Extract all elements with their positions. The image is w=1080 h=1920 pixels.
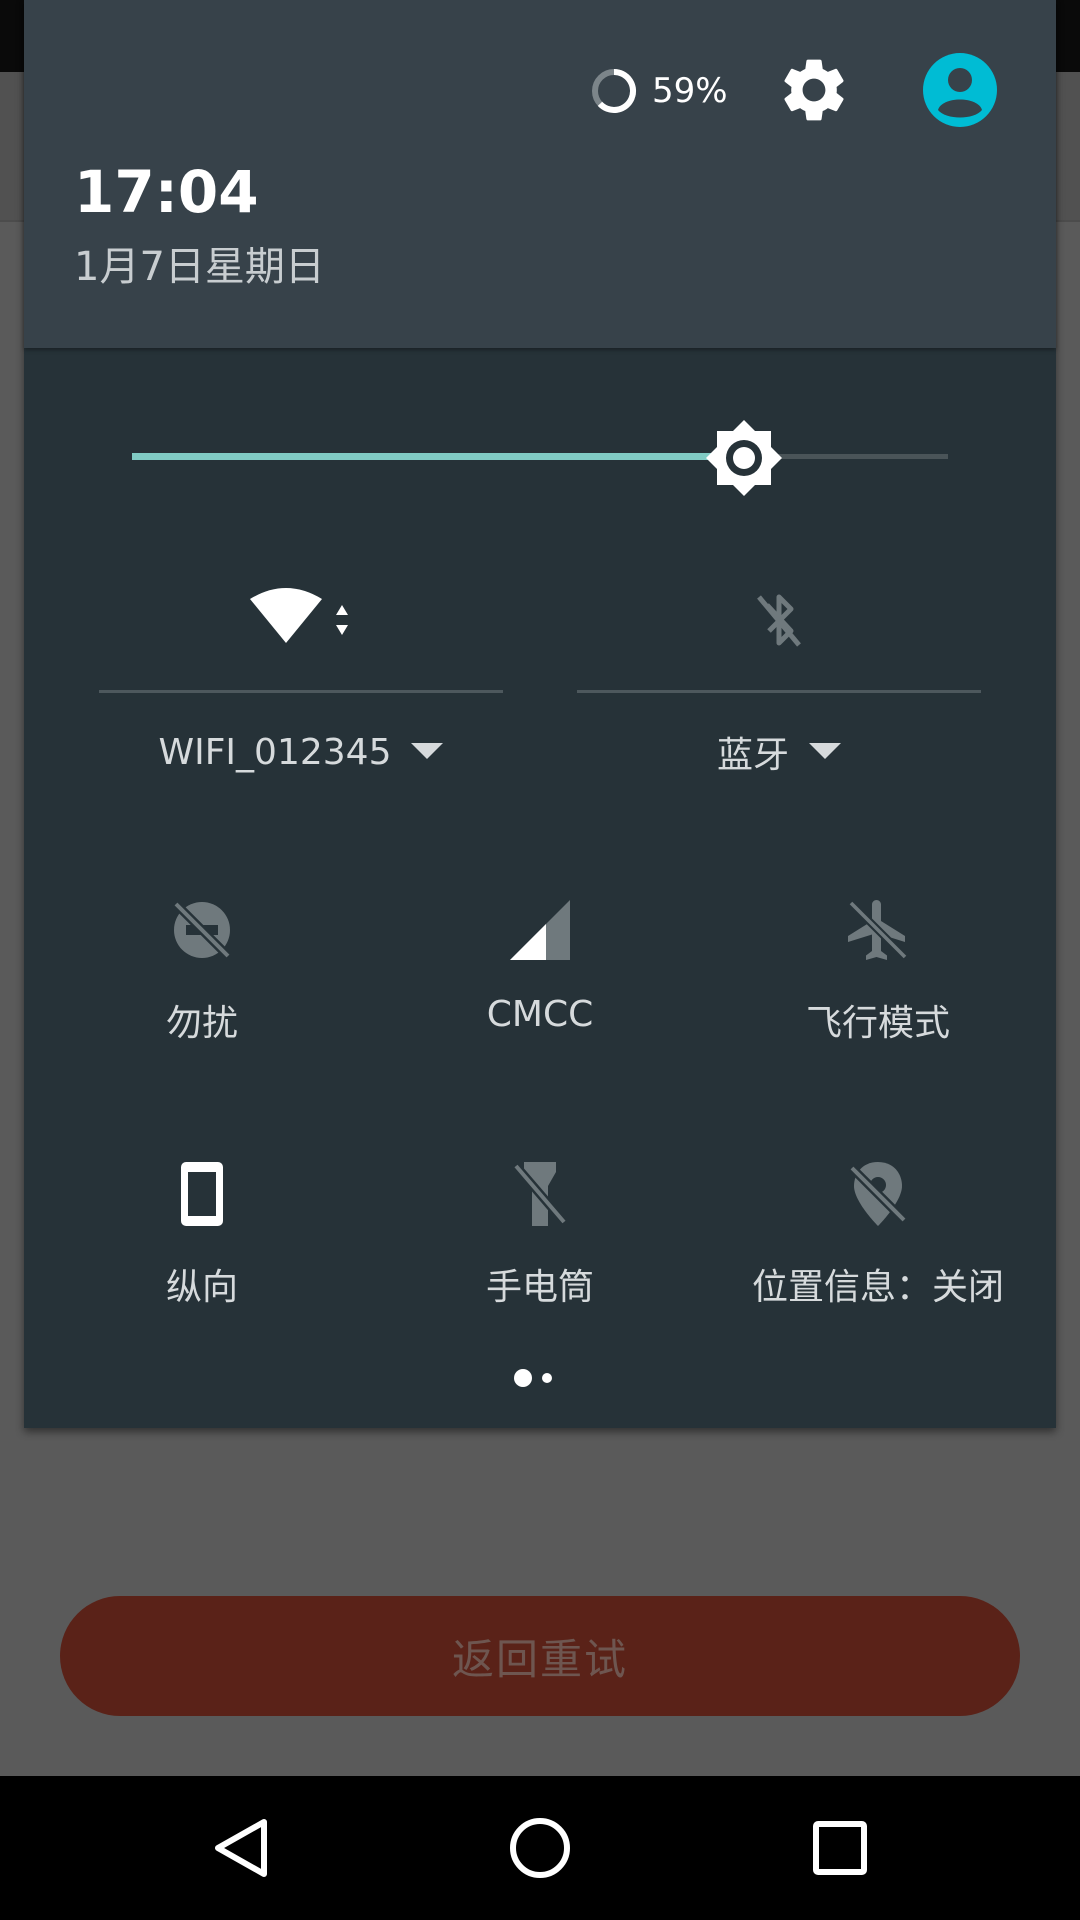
- chevron-down-icon: [411, 743, 444, 759]
- tile-label: 手电筒: [485, 1267, 594, 1308]
- brightness-thumb[interactable]: [704, 418, 784, 498]
- clock-time[interactable]: 17:04: [74, 158, 259, 226]
- tile-flashlight[interactable]: 手电筒: [380, 1154, 700, 1354]
- brightness-fill: [132, 453, 744, 460]
- brightness-icon: [706, 420, 782, 496]
- wifi-tile[interactable]: WIFI_012345: [99, 570, 503, 810]
- wifi-divider: [99, 690, 503, 693]
- battery-percent: 59%: [652, 71, 728, 111]
- tile-cellular[interactable]: CMCC: [380, 890, 700, 1090]
- bluetooth-divider: [577, 690, 981, 693]
- page-dot-active: [514, 1369, 532, 1387]
- bluetooth-selector[interactable]: 蓝牙: [577, 722, 981, 782]
- bluetooth-tile[interactable]: 蓝牙: [577, 570, 981, 810]
- tile-orientation[interactable]: 纵向: [42, 1154, 362, 1354]
- flashlight-off-icon: [512, 1162, 568, 1226]
- back-triangle-icon: [215, 1819, 267, 1877]
- cell-signal-icon: [510, 900, 570, 960]
- recents-square-icon: [813, 1821, 867, 1875]
- retry-button[interactable]: 返回重试: [60, 1596, 1020, 1716]
- wifi-toggle[interactable]: [99, 570, 503, 670]
- portrait-orientation-icon: [181, 1162, 223, 1226]
- home-button[interactable]: [490, 1798, 590, 1898]
- tile-label: CMCC: [486, 994, 594, 1035]
- location-off-icon: [848, 1162, 908, 1226]
- wifi-network-name: WIFI_012345: [158, 731, 392, 773]
- home-circle-icon: [510, 1818, 570, 1878]
- quick-settings-panel: 59% 17:04 1月7日星期日 WIFI_012345 蓝牙 勿扰 CMCC…: [24, 0, 1056, 1428]
- clock-date[interactable]: 1月7日星期日: [74, 234, 325, 292]
- quick-settings-header: 59% 17:04 1月7日星期日: [24, 0, 1056, 348]
- tile-label: 飞行模式: [805, 1003, 950, 1044]
- back-button[interactable]: [190, 1798, 290, 1898]
- recents-button[interactable]: [790, 1798, 890, 1898]
- page-dot: [542, 1373, 552, 1383]
- brightness-slider[interactable]: [132, 418, 948, 496]
- battery-circle-icon: [592, 68, 637, 113]
- tile-do-not-disturb[interactable]: 勿扰: [42, 890, 362, 1090]
- navigation-bar: [0, 1776, 1080, 1920]
- tile-label: 勿扰: [165, 1003, 238, 1044]
- bluetooth-toggle[interactable]: [577, 570, 981, 670]
- tile-label: 位置信息：关闭: [751, 1267, 1004, 1308]
- user-account-icon: [923, 53, 997, 127]
- chevron-down-icon: [809, 743, 841, 759]
- wifi-network-selector[interactable]: WIFI_012345: [99, 722, 503, 782]
- bluetooth-off-icon: [757, 594, 801, 647]
- screen: 返回重试 59% 17:04 1月7日星期日 WIFI_012345 蓝牙 勿扰…: [0, 0, 1080, 1920]
- wifi-icon: [250, 588, 348, 643]
- page-indicator: [514, 1366, 574, 1390]
- battery-indicator[interactable]: 59%: [590, 66, 728, 116]
- bluetooth-label: 蓝牙: [716, 735, 789, 776]
- user-avatar-button[interactable]: [922, 52, 998, 128]
- tile-airplane-mode[interactable]: 飞行模式: [718, 890, 1038, 1090]
- tile-label: 纵向: [165, 1267, 238, 1308]
- gear-icon: [784, 59, 844, 121]
- airplane-icon: [848, 900, 908, 960]
- settings-button[interactable]: [776, 52, 852, 128]
- tile-location[interactable]: 位置信息：关闭: [718, 1154, 1038, 1354]
- do-not-disturb-icon: [172, 900, 232, 960]
